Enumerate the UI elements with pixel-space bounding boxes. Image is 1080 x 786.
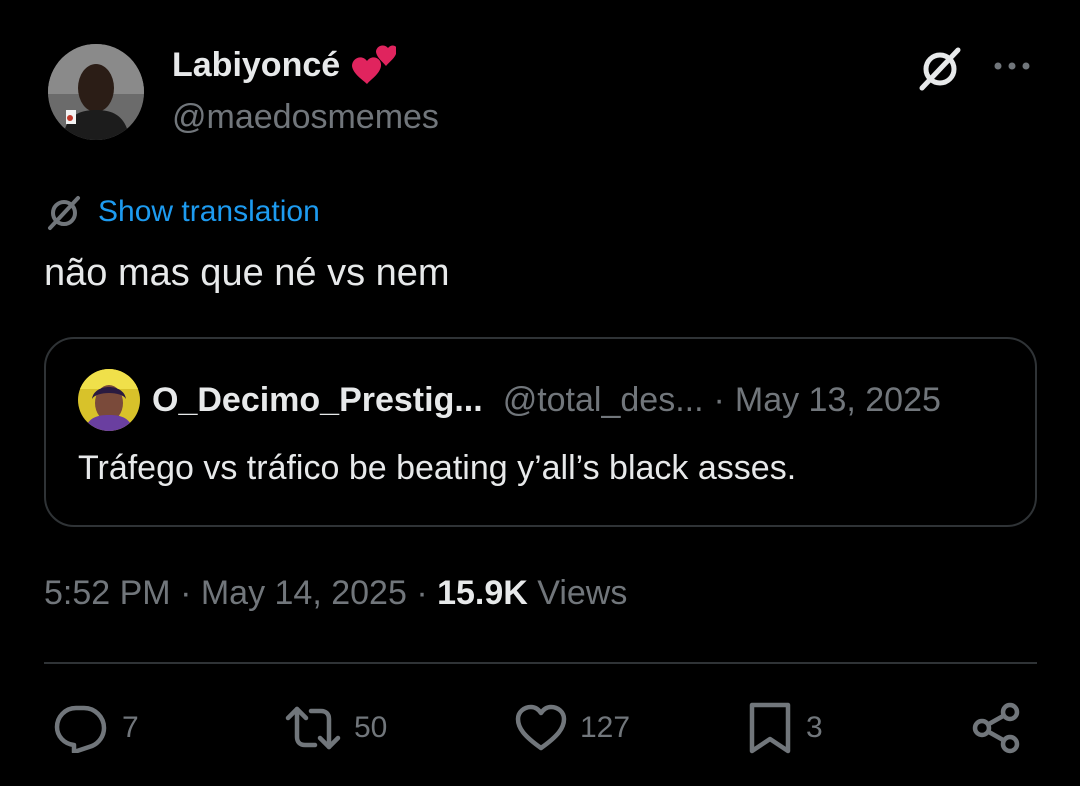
reply-count: 7 (122, 711, 139, 744)
quoted-tweet-text: Tráfego vs tráfico be beating y’all’s bl… (78, 449, 797, 487)
bookmark-icon (749, 702, 791, 754)
grok-translate-icon (48, 196, 80, 230)
translation-row: Show translation (44, 192, 320, 232)
separator-dot: · (406, 574, 438, 612)
repost-count: 50 (354, 711, 388, 744)
quoted-header: O_Decimo_Prestig... @total_des... · May … (152, 381, 941, 420)
like-count: 127 (580, 711, 631, 744)
quoted-tweet-card[interactable]: O_Decimo_Prestig... @total_des... · May … (44, 337, 1037, 527)
separator-dot: · (170, 574, 201, 612)
author-handle[interactable]: @maedosmemes (172, 98, 439, 137)
heart-icon (515, 704, 567, 751)
quoted-handle[interactable]: @total_des... (503, 381, 704, 420)
author-avatar[interactable] (48, 44, 144, 140)
reply-icon (54, 705, 107, 753)
repost-button[interactable]: 50 (284, 700, 387, 756)
grok-icon[interactable] (914, 42, 966, 94)
bookmark-count: 3 (806, 711, 823, 744)
divider (44, 662, 1037, 664)
views-count[interactable]: 15.9K (437, 574, 528, 612)
show-translation-link[interactable]: Show translation (98, 195, 320, 229)
author-display-name[interactable]: Labiyoncé (172, 44, 397, 86)
tweet-time[interactable]: 5:52 PM (44, 574, 171, 612)
repost-icon (285, 706, 341, 750)
bookmark-button[interactable]: 3 (746, 700, 823, 756)
views-label: Views (527, 574, 628, 612)
quoted-author-avatar[interactable] (78, 369, 140, 431)
tweet-meta: 5:52 PM · May 14, 2025 · 15.9K Views (44, 574, 627, 613)
separator-dot: · (713, 381, 725, 419)
heart-exclamation-emoji (352, 45, 397, 84)
share-button[interactable] (970, 700, 1024, 756)
reply-button[interactable]: 7 (52, 700, 139, 756)
share-icon (972, 702, 1020, 754)
tweet-text: não mas que né vs nem (44, 252, 450, 294)
quoted-display-name[interactable]: O_Decimo_Prestig... (152, 381, 483, 420)
like-button[interactable]: 127 (514, 700, 630, 756)
quoted-date[interactable]: May 13, 2025 (735, 381, 941, 420)
more-options-icon[interactable] (988, 44, 1036, 88)
author-name-text[interactable]: Labiyoncé (172, 46, 340, 85)
tweet-date[interactable]: May 14, 2025 (201, 574, 407, 612)
